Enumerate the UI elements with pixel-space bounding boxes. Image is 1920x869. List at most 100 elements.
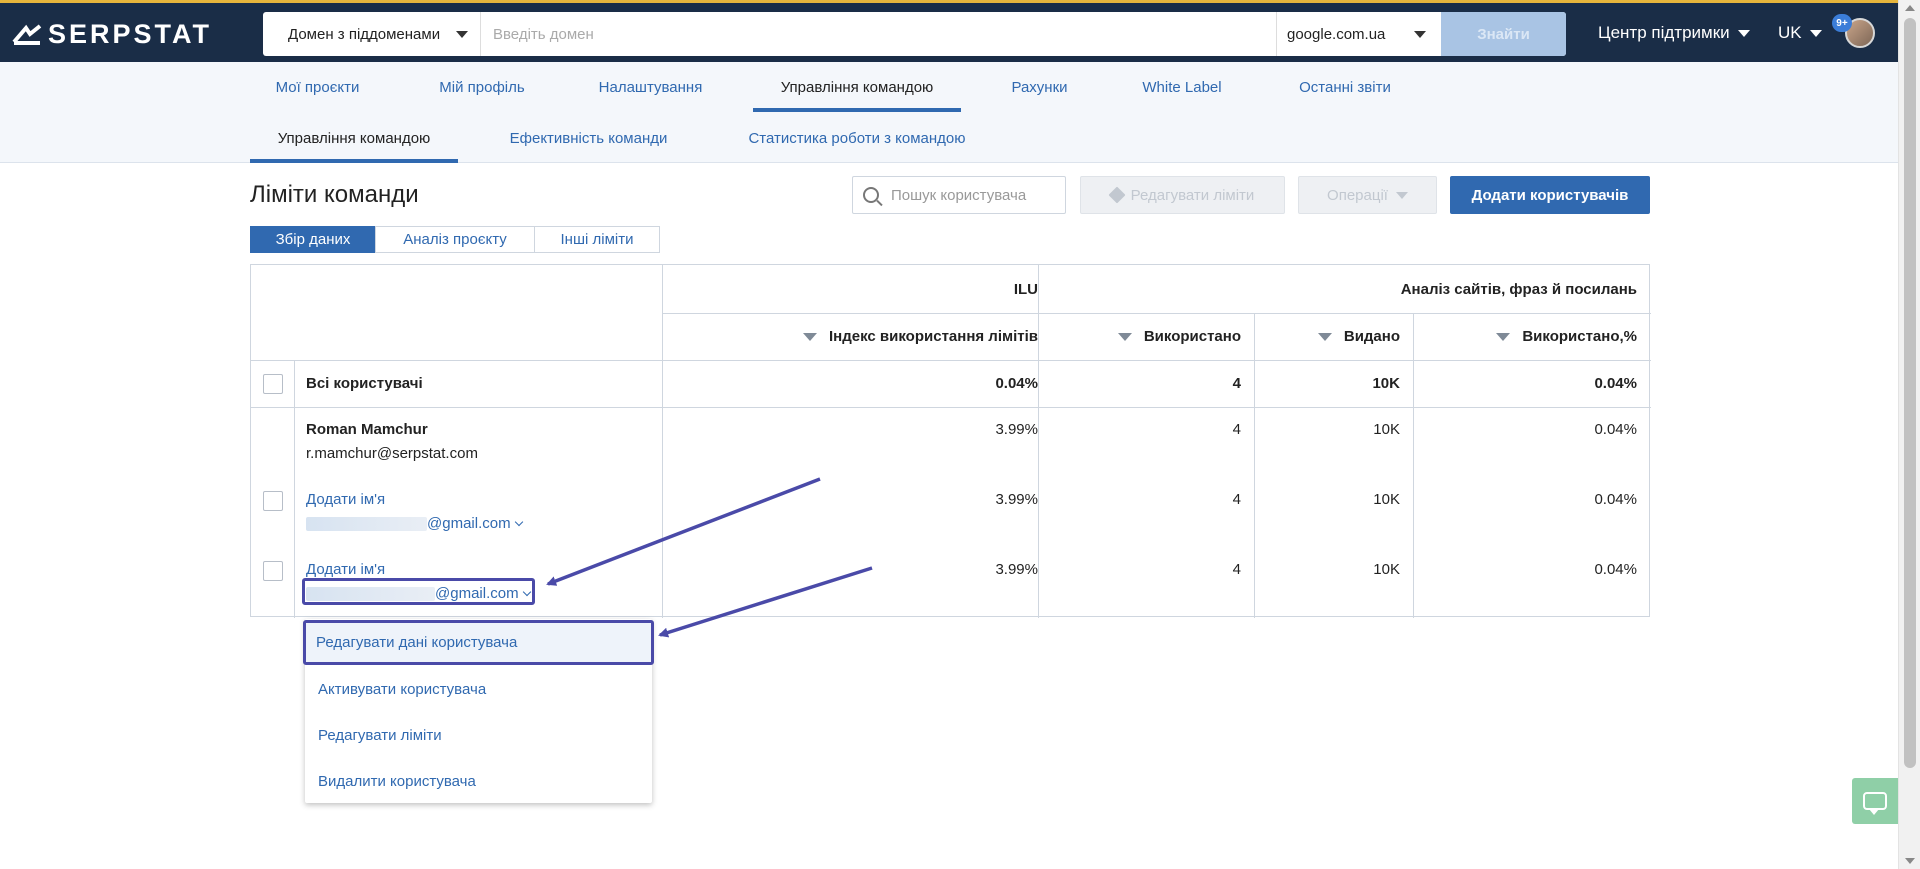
tab-data-collection[interactable]: Збір даних [250, 226, 376, 253]
scroll-down-icon[interactable] [1905, 858, 1915, 864]
edit-limits-button[interactable]: Редагувати ліміти [1080, 176, 1285, 214]
tab-other-limits[interactable]: Інші ліміти [534, 226, 660, 253]
row-issued: 10K [1373, 421, 1400, 438]
search-engine-label: google.com.ua [1287, 25, 1386, 43]
row-ilu: 3.99% [995, 491, 1038, 508]
domain-mode-select[interactable]: Домен з піддоменами [263, 12, 481, 56]
chevron-down-icon [1414, 31, 1426, 38]
chevron-down-icon [514, 517, 523, 527]
menu-item-delete-user[interactable]: Видалити користувача [305, 758, 652, 804]
total-used: 4 [1232, 375, 1241, 392]
column-header-used[interactable]: Використано [1117, 328, 1241, 345]
logo-icon [12, 23, 42, 45]
row-used: 4 [1232, 561, 1241, 578]
account-navigation: Мої проєкти Мій профіль Налаштування Упр… [0, 62, 1898, 163]
add-name-link[interactable]: Додати ім'я [306, 491, 385, 508]
logo-text: SERPSTAT [48, 19, 213, 49]
total-used-pct: 0.04% [1594, 375, 1637, 392]
serpstat-logo[interactable]: SERPSTAT [12, 19, 212, 50]
email-domain: @gmail.com [427, 515, 511, 532]
sort-icon [1117, 332, 1132, 341]
divider [251, 360, 1651, 361]
nav-my-profile[interactable]: Мій профіль [418, 62, 546, 112]
chevron-down-icon [1395, 191, 1408, 199]
user-actions-menu: Редагувати дані користувача Активувати к… [303, 619, 654, 804]
domain-mode-label: Домен з піддоменами [288, 25, 441, 43]
domain-search-bar: Домен з піддоменами google.com.ua Знайти [263, 12, 1566, 56]
search-icon [863, 187, 879, 203]
sort-icon [803, 332, 818, 341]
sort-icon [1496, 332, 1511, 341]
chevron-down-icon [1809, 29, 1822, 37]
column-header-issued[interactable]: Видано [1317, 328, 1400, 345]
column-header-label: Використано [1143, 328, 1241, 345]
domain-input[interactable] [481, 12, 1276, 56]
nav-settings[interactable]: Налаштування [580, 62, 721, 112]
chat-button[interactable] [1852, 778, 1898, 824]
limit-tabs: Збір даних Аналіз проєкту Інші ліміти [250, 226, 660, 253]
divider [1413, 313, 1414, 618]
nav-invoices[interactable]: Рахунки [992, 62, 1087, 112]
divider [251, 407, 1651, 408]
email-highlight-frame [302, 578, 535, 605]
nav-team-management[interactable]: Управління командою [753, 62, 961, 112]
divider [294, 361, 295, 618]
select-all-checkbox[interactable] [263, 374, 283, 394]
subnav-team-management[interactable]: Управління командою [250, 113, 458, 163]
column-header-ilu-index[interactable]: Індекс використання лімітів [803, 328, 1038, 345]
divider [1254, 313, 1255, 618]
user-search-input[interactable] [891, 186, 1051, 204]
page-scrollbar[interactable] [1898, 0, 1920, 869]
all-users-label: Всі користувачі [306, 375, 423, 392]
nav-white-label[interactable]: White Label [1122, 62, 1242, 112]
search-engine-select[interactable]: google.com.ua [1276, 12, 1438, 56]
pencil-icon [1108, 186, 1126, 204]
team-limits-table: ILU Аналіз сайтів, фраз й посилань Індек… [250, 264, 1651, 618]
user-email-menu[interactable]: @gmail.com [306, 515, 523, 532]
total-ilu: 0.04% [995, 375, 1038, 392]
row-used: 4 [1232, 491, 1241, 508]
nav-my-projects[interactable]: Мої проєкти [250, 62, 385, 112]
menu-item-edit-user-data[interactable]: Редагувати дані користувача [303, 620, 654, 665]
notifications-badge[interactable]: 9+ [1832, 14, 1852, 32]
top-bar: SERPSTAT Домен з піддоменами google.com.… [0, 0, 1898, 62]
user-name: Roman Mamchur [306, 421, 428, 438]
row-checkbox[interactable] [263, 491, 283, 511]
column-header-label: Використано,% [1522, 328, 1637, 345]
menu-item-edit-limits[interactable]: Редагувати ліміти [305, 712, 652, 758]
nav-recent-reports[interactable]: Останні звіти [1280, 62, 1410, 112]
scroll-thumb[interactable] [1904, 18, 1916, 768]
menu-item-activate-user[interactable]: Активувати користувача [305, 666, 652, 712]
group-header-analysis: Аналіз сайтів, фраз й посилань [1400, 281, 1637, 298]
group-header-ilu: ILU [1013, 281, 1038, 298]
subnav-team-efficiency[interactable]: Ефективність команди [492, 113, 685, 163]
scroll-up-icon[interactable] [1905, 5, 1915, 11]
language-label: UK [1778, 23, 1802, 42]
column-header-label: Видано [1343, 328, 1400, 345]
add-name-link[interactable]: Додати ім'я [306, 561, 385, 578]
masked-email [306, 517, 427, 532]
edit-limits-label: Редагувати ліміти [1130, 186, 1255, 204]
chevron-down-icon [456, 31, 468, 38]
column-header-used-pct[interactable]: Використано,% [1496, 328, 1637, 345]
row-issued: 10K [1373, 561, 1400, 578]
chevron-down-icon [1737, 29, 1750, 37]
subnav-team-statistics[interactable]: Статистика роботи з командою [728, 113, 986, 163]
row-ilu: 3.99% [995, 421, 1038, 438]
support-center-menu[interactable]: Центр підтримки [1598, 23, 1750, 43]
total-issued: 10K [1372, 375, 1400, 392]
add-users-button[interactable]: Додати користувачів [1450, 176, 1650, 214]
divider [662, 265, 663, 618]
row-used-pct: 0.04% [1594, 491, 1637, 508]
divider [1038, 265, 1039, 618]
row-used-pct: 0.04% [1594, 561, 1637, 578]
operations-button[interactable]: Операції [1298, 176, 1437, 214]
find-button[interactable]: Знайти [1441, 12, 1566, 56]
support-center-label: Центр підтримки [1598, 23, 1730, 42]
row-checkbox[interactable] [263, 561, 283, 581]
operations-label: Операції [1327, 186, 1388, 204]
language-select[interactable]: UK [1778, 23, 1822, 43]
tab-project-analysis[interactable]: Аналіз проєкту [375, 226, 535, 253]
user-email: r.mamchur@serpstat.com [306, 445, 478, 462]
page-title: Ліміти команди [250, 181, 419, 208]
